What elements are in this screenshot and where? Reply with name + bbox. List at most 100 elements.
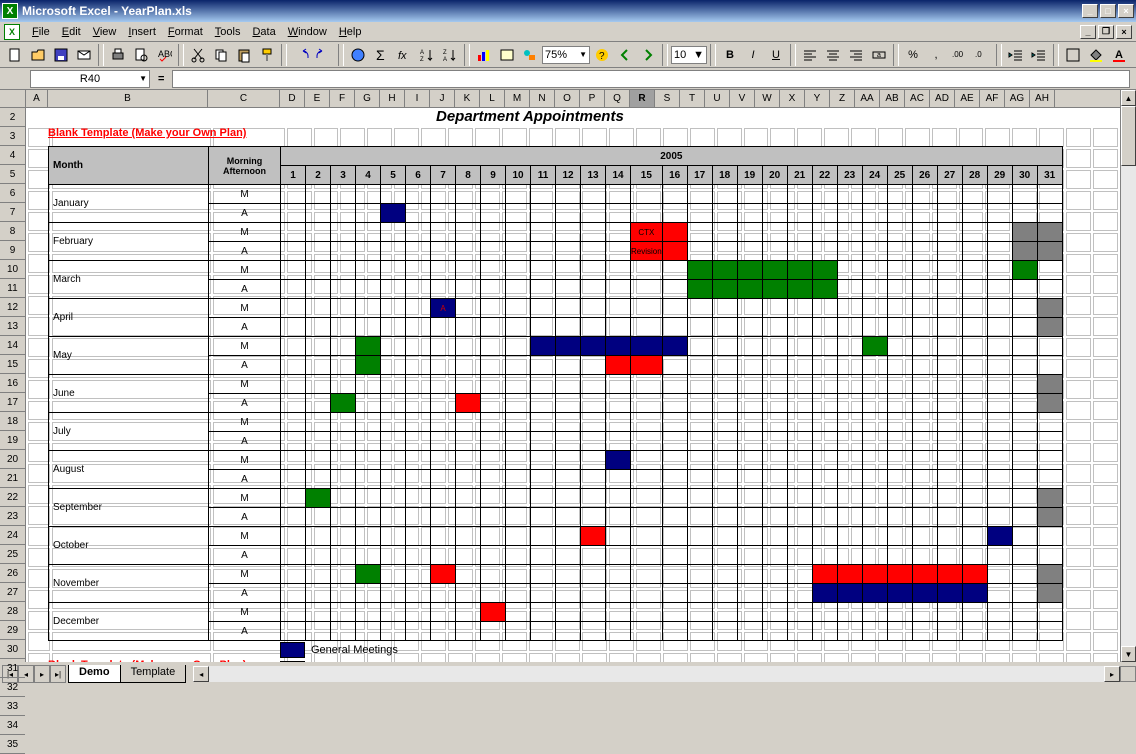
appointment-cell[interactable] xyxy=(837,584,862,603)
day-cell[interactable] xyxy=(406,375,431,394)
day-cell[interactable] xyxy=(887,185,912,204)
day-cell[interactable] xyxy=(762,584,787,603)
day-cell[interactable] xyxy=(662,280,687,299)
column-header[interactable]: P xyxy=(580,90,605,107)
day-cell[interactable] xyxy=(962,261,987,280)
day-cell[interactable] xyxy=(937,261,962,280)
day-cell[interactable] xyxy=(1012,299,1037,318)
day-cell[interactable] xyxy=(406,356,431,375)
appointment-cell[interactable] xyxy=(1037,242,1062,261)
day-cell[interactable] xyxy=(912,527,937,546)
day-cell[interactable] xyxy=(531,470,556,489)
day-cell[interactable] xyxy=(962,432,987,451)
day-cell[interactable] xyxy=(1012,280,1037,299)
day-cell[interactable] xyxy=(737,603,762,622)
row-header[interactable]: 27 xyxy=(0,583,25,602)
day-cell[interactable] xyxy=(506,470,531,489)
day-cell[interactable] xyxy=(556,413,581,432)
day-cell[interactable] xyxy=(581,318,606,337)
day-cell[interactable] xyxy=(987,261,1012,280)
align-left-icon[interactable] xyxy=(799,44,821,66)
day-cell[interactable] xyxy=(1012,451,1037,470)
maximize-button[interactable]: □ xyxy=(1100,4,1116,18)
day-cell[interactable] xyxy=(787,603,812,622)
day-cell[interactable] xyxy=(962,394,987,413)
ma-cell[interactable]: M xyxy=(209,527,281,546)
day-cell[interactable] xyxy=(687,337,712,356)
day-cell[interactable] xyxy=(481,299,506,318)
day-cell[interactable] xyxy=(306,432,331,451)
appointment-cell[interactable] xyxy=(862,565,887,584)
day-cell[interactable] xyxy=(762,375,787,394)
day-cell[interactable] xyxy=(937,622,962,641)
day-cell[interactable] xyxy=(631,603,663,622)
day-cell[interactable] xyxy=(556,603,581,622)
day-cell[interactable] xyxy=(987,413,1012,432)
ma-cell[interactable]: M xyxy=(209,413,281,432)
spelling-icon[interactable]: ABC xyxy=(153,44,175,66)
day-cell[interactable] xyxy=(381,432,406,451)
day-cell[interactable] xyxy=(937,527,962,546)
day-cell[interactable] xyxy=(481,508,506,527)
column-header[interactable]: AH xyxy=(1030,90,1055,107)
day-cell[interactable] xyxy=(506,185,531,204)
day-cell[interactable] xyxy=(887,413,912,432)
day-cell[interactable] xyxy=(306,356,331,375)
day-cell[interactable] xyxy=(381,451,406,470)
day-cell[interactable] xyxy=(762,223,787,242)
day-cell[interactable] xyxy=(606,280,631,299)
day-cell[interactable] xyxy=(356,603,381,622)
day-cell[interactable] xyxy=(862,204,887,223)
day-cell[interactable] xyxy=(787,337,812,356)
column-header[interactable]: Y xyxy=(805,90,830,107)
day-cell[interactable] xyxy=(531,318,556,337)
tab-next-icon[interactable]: ▸ xyxy=(34,665,50,683)
day-cell[interactable] xyxy=(1037,527,1062,546)
day-cell[interactable] xyxy=(331,280,356,299)
day-cell[interactable] xyxy=(837,413,862,432)
day-cell[interactable] xyxy=(987,299,1012,318)
scroll-down-icon[interactable]: ▼ xyxy=(1121,646,1136,662)
ma-cell[interactable]: A xyxy=(209,356,281,375)
row-header[interactable]: 18 xyxy=(0,412,25,431)
day-cell[interactable] xyxy=(606,489,631,508)
menu-help[interactable]: Help xyxy=(333,24,368,40)
day-cell[interactable] xyxy=(862,527,887,546)
day-cell[interactable] xyxy=(812,185,837,204)
appointment-cell[interactable] xyxy=(356,356,381,375)
day-cell[interactable] xyxy=(712,470,737,489)
day-cell[interactable] xyxy=(812,432,837,451)
day-cell[interactable] xyxy=(787,432,812,451)
day-cell[interactable] xyxy=(356,242,381,261)
menu-tools[interactable]: Tools xyxy=(209,24,247,40)
day-cell[interactable] xyxy=(862,280,887,299)
day-cell[interactable] xyxy=(737,470,762,489)
appointment-cell[interactable] xyxy=(1012,242,1037,261)
increase-indent-icon[interactable] xyxy=(1028,44,1050,66)
day-cell[interactable] xyxy=(687,318,712,337)
day-cell[interactable] xyxy=(281,432,306,451)
day-cell[interactable] xyxy=(506,603,531,622)
column-header[interactable]: AB xyxy=(880,90,905,107)
resize-grip[interactable] xyxy=(1120,666,1136,682)
day-cell[interactable] xyxy=(631,508,663,527)
day-cell[interactable] xyxy=(431,603,456,622)
day-cell[interactable] xyxy=(962,185,987,204)
hyperlink-icon[interactable] xyxy=(347,44,369,66)
day-cell[interactable] xyxy=(331,622,356,641)
day-cell[interactable] xyxy=(431,242,456,261)
appointment-cell[interactable] xyxy=(556,337,581,356)
day-cell[interactable] xyxy=(356,489,381,508)
day-cell[interactable] xyxy=(556,185,581,204)
ma-cell[interactable]: M xyxy=(209,603,281,622)
day-cell[interactable] xyxy=(937,432,962,451)
month-cell[interactable]: October xyxy=(49,527,209,565)
day-cell[interactable] xyxy=(712,565,737,584)
day-cell[interactable] xyxy=(737,432,762,451)
column-header[interactable]: J xyxy=(430,90,455,107)
ma-cell[interactable]: A xyxy=(209,318,281,337)
day-cell[interactable] xyxy=(506,451,531,470)
day-cell[interactable] xyxy=(431,375,456,394)
ma-cell[interactable]: A xyxy=(209,394,281,413)
day-cell[interactable] xyxy=(712,508,737,527)
